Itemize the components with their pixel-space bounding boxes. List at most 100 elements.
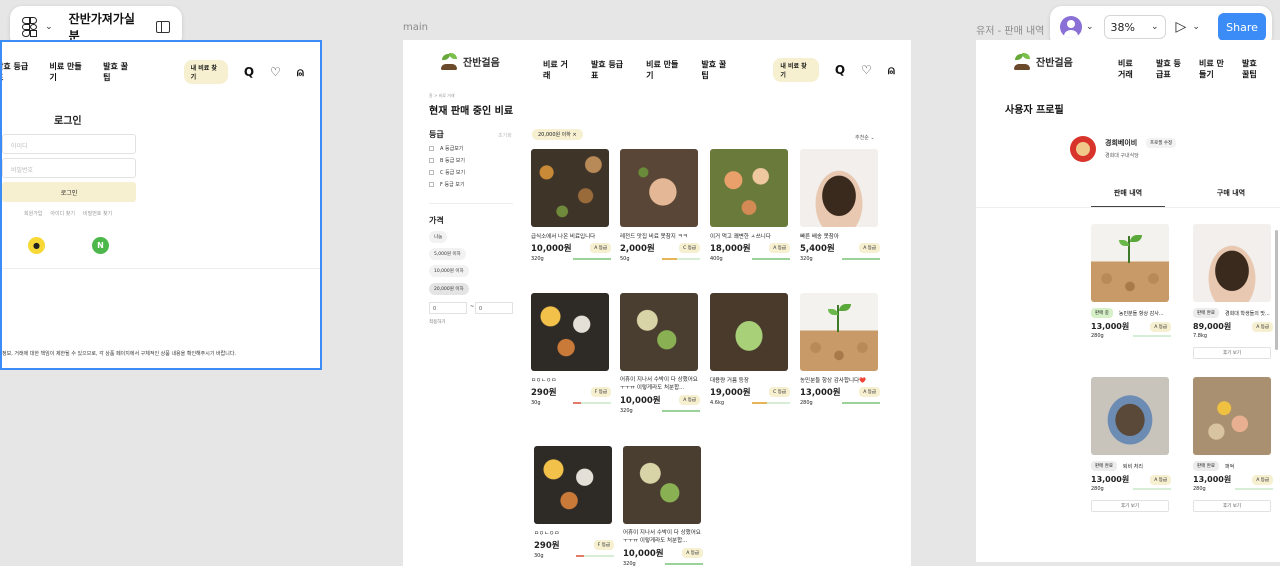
- nav-item-grade[interactable]: 발효 등급표: [591, 59, 630, 81]
- product-card[interactable]: 빠른 배송 못참아 5,400원 A 등급 320g: [800, 149, 880, 262]
- my-fertilizer-button[interactable]: 내 비료 찾기: [183, 60, 228, 84]
- search-icon[interactable]: Q: [244, 65, 254, 79]
- tab-sales[interactable]: 판매 내역: [1091, 188, 1165, 208]
- frame-label-main[interactable]: main: [403, 22, 428, 33]
- review-button[interactable]: 후기 보기: [1193, 500, 1271, 512]
- user-menu-button[interactable]: ⌄: [1056, 16, 1098, 38]
- grade-option-a[interactable]: A 등급보기: [429, 145, 463, 152]
- grade-option-b[interactable]: B 등급 보기: [429, 157, 465, 164]
- grade-option-label: C 등급 보기: [440, 170, 466, 176]
- sidebar-toggle-icon[interactable]: [155, 21, 170, 33]
- present-play-icon[interactable]: ▷: [1176, 19, 1187, 35]
- zoom-select[interactable]: 38% ⌄: [1103, 15, 1166, 39]
- find-password-link[interactable]: 비밀번호 찾기: [83, 210, 112, 217]
- frame-label-profile[interactable]: 유저 - 판매 내역: [976, 22, 1044, 37]
- product-weight: 280g: [1091, 486, 1104, 492]
- sale-card[interactable]: 판매 완료 경희대 학생들의 맛... 89,000원 A 등급 7.8kg 후기 …: [1193, 224, 1273, 359]
- password-field[interactable]: 비밀번호: [2, 158, 136, 178]
- active-filter-chip[interactable]: 20,000원 이하 ×: [532, 129, 583, 140]
- profile-frame[interactable]: 잔반걸음 비료 거래 발효 등급표 비료 만들기 발효 꿀팁 사용자 프로필 경…: [976, 40, 1280, 562]
- product-card[interactable]: 급식소에서 나온 비료입니다 10,000원 A 등급 320g: [531, 149, 611, 262]
- kakao-login-icon[interactable]: ●: [28, 237, 45, 254]
- sale-card[interactable]: 판매 중 농민분들 항상 감사... 13,000원 A 등급 280g: [1091, 224, 1171, 339]
- product-weight: 7.8kg: [1193, 333, 1208, 339]
- grade-option-f[interactable]: F 등급 보기: [429, 181, 464, 188]
- nav-item-tips[interactable]: 발효 꿀팁: [1242, 58, 1264, 80]
- figma-logo-icon[interactable]: [22, 17, 38, 37]
- price-option-selected[interactable]: 20,000원 이하: [429, 283, 469, 295]
- naver-login-icon[interactable]: N: [92, 237, 109, 254]
- product-card[interactable]: 농민분들 항상 감사합니다❤️ 13,000원 A 등급 280g: [800, 293, 880, 406]
- nav-item-make[interactable]: 비료 만들기: [646, 59, 685, 81]
- checkbox[interactable]: [429, 146, 434, 151]
- user-icon[interactable]: ⍝: [297, 65, 304, 80]
- price-min-input[interactable]: 0: [429, 302, 467, 314]
- divider: [429, 203, 513, 204]
- review-button[interactable]: 후기 보기: [1193, 347, 1271, 359]
- nav-item-make[interactable]: 비료 만들기: [50, 61, 88, 83]
- review-button[interactable]: 후기 보기: [1091, 500, 1169, 512]
- avatar: [1060, 16, 1082, 38]
- share-button[interactable]: Share: [1218, 13, 1266, 41]
- apple-login-icon[interactable]: [60, 237, 77, 254]
- close-icon[interactable]: ×: [572, 132, 576, 138]
- heart-icon[interactable]: ♡: [270, 65, 281, 79]
- checkbox[interactable]: [429, 170, 434, 175]
- file-name[interactable]: 잔반가져가실분: [69, 10, 142, 44]
- grade-option-label: B 등급 보기: [440, 158, 466, 164]
- product-title: 빠른 배송 못참아: [800, 234, 839, 240]
- product-card[interactable]: 어휴이 지나서 수박이 다 상했어요 ㅜㅜㅠ 이렇게라도 처분합... 10,0…: [620, 293, 700, 414]
- grade-option-c[interactable]: C 등급 보기: [429, 169, 465, 176]
- nav-item-trade[interactable]: 비료 거래: [543, 59, 575, 81]
- login-links: 회원가입 아이디 찾기 비밀번호 찾기: [24, 210, 112, 217]
- find-id-link[interactable]: 아이디 찾기: [50, 210, 75, 217]
- tab-purchases[interactable]: 구매 내역: [1194, 188, 1268, 206]
- product-card[interactable]: ㅁㅇㄴㅇㅁ 290원 F 등급 30g: [534, 446, 614, 559]
- brand-logo[interactable]: 잔반걸음: [439, 52, 500, 70]
- grade-badge: A 등급: [590, 243, 611, 253]
- chevron-down-icon[interactable]: ⌄: [1192, 22, 1200, 32]
- product-price: 10,000원: [620, 396, 661, 406]
- price-max-input[interactable]: 0: [475, 302, 513, 314]
- profile-subtitle: 경희대 구내식당: [1105, 153, 1139, 159]
- filter-reset-button[interactable]: 초기화: [498, 132, 512, 139]
- signup-link[interactable]: 회원가입: [24, 210, 42, 217]
- sort-select[interactable]: 추천순 ⌄: [855, 134, 875, 141]
- checkbox[interactable]: [429, 182, 434, 187]
- price-option[interactable]: 5,000원 이하: [429, 248, 466, 260]
- product-card[interactable]: ㅁㅇㄴㅇㅁ 290원 F 등급 30g: [531, 293, 611, 406]
- search-icon[interactable]: Q: [835, 63, 845, 77]
- main-frame[interactable]: 잔반걸음 비료 거래 발효 등급표 비료 만들기 발효 꿀팁 내 비료 찾기 Q…: [403, 40, 911, 566]
- edit-profile-button[interactable]: 프로필 수정: [1146, 138, 1177, 148]
- grade-badge: F 등급: [590, 387, 611, 397]
- product-title: 급식소에서 나온 비료입니다: [531, 234, 596, 240]
- scrollbar[interactable]: [1275, 230, 1278, 350]
- product-card[interactable]: 어휴이 지나서 수박이 다 상했어요 ㅜㅜㅠ 이렇게라도 처분합... 10,0…: [623, 446, 703, 566]
- nav-item-trade[interactable]: 비료 거래: [1118, 58, 1140, 80]
- nav-item-grade[interactable]: 발효 등급표: [2, 61, 34, 83]
- brand-name: 잔반걸음: [463, 57, 500, 69]
- login-button[interactable]: 로그인: [2, 182, 136, 202]
- fermentation-bar: [573, 258, 611, 260]
- product-card[interactable]: 레전드 맛집 비료 못참지 ㅋㅋ 2,000원 C 등급 50g: [620, 149, 700, 262]
- product-card[interactable]: 대용량 거름 등장 19,000원 C 등급 4.6kg: [710, 293, 790, 406]
- nav-item-make[interactable]: 비료 만들기: [1199, 58, 1226, 80]
- my-fertilizer-button[interactable]: 내 비료 찾기: [773, 58, 819, 82]
- price-apply-button[interactable]: 적용하기: [429, 319, 446, 325]
- sale-card[interactable]: 판매 완료 퇴비 처리 13,000원 A 등급 280g 후기 보기: [1091, 377, 1171, 512]
- login-frame[interactable]: 발효 등급표 비료 만들기 발효 꿀팁 내 비료 찾기 Q ♡ ⍝ 로그인 아이…: [0, 40, 322, 370]
- nav-item-grade[interactable]: 발효 등급표: [1156, 58, 1183, 80]
- product-weight: 320g: [623, 561, 636, 566]
- heart-icon[interactable]: ♡: [861, 63, 872, 77]
- product-card[interactable]: 이거 먹고 쾌변한 ㅅ쓰니다 18,000원 A 등급 400g: [710, 149, 790, 262]
- nav-item-tips[interactable]: 발효 꿀팁: [103, 61, 134, 83]
- sale-card[interactable]: 판매 완료 퍼억 13,000원 A 등급 280g 후기 보기: [1193, 377, 1273, 512]
- checkbox[interactable]: [429, 158, 434, 163]
- price-option[interactable]: 나눔: [429, 231, 448, 243]
- price-option[interactable]: 10,000원 이하: [429, 265, 469, 277]
- id-field[interactable]: 아이디: [2, 134, 136, 154]
- nav-item-tips[interactable]: 발효 꿀팁: [701, 59, 733, 81]
- user-icon[interactable]: ⍝: [888, 63, 895, 78]
- chevron-down-icon[interactable]: ⌄: [45, 22, 53, 32]
- brand-logo[interactable]: 잔반걸음: [1012, 52, 1073, 70]
